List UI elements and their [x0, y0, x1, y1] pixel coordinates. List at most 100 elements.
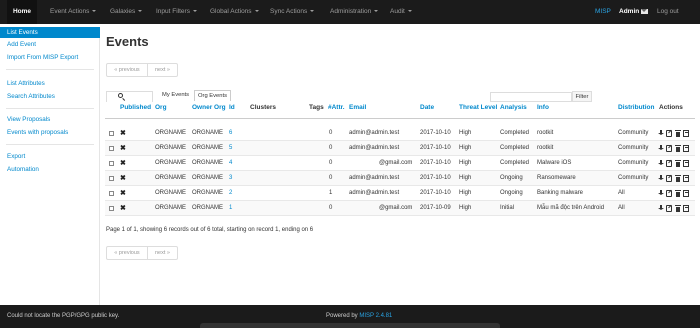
pgp-warning: Could not locate the PGP/GPG public key. [7, 313, 120, 319]
nav-event-actions[interactable]: Event Actions [50, 0, 97, 24]
nav-sync-actions-label: Sync Actions [270, 8, 308, 15]
row-actions [658, 130, 692, 137]
row-select-checkbox[interactable] [109, 176, 114, 181]
download-icon[interactable] [658, 205, 664, 212]
nav-logout[interactable]: Log out [657, 0, 679, 24]
trash-icon[interactable] [675, 205, 681, 212]
sidebar-item-automation[interactable]: Automation [0, 164, 100, 175]
envelope-icon[interactable] [641, 9, 648, 14]
filter-button[interactable]: Filter [572, 91, 592, 102]
column-header-info[interactable]: Info [537, 104, 549, 111]
edit-icon[interactable] [666, 190, 672, 197]
cell-id[interactable]: 3 [229, 171, 232, 186]
trash-icon[interactable] [675, 175, 681, 182]
quick-search-toggle[interactable] [106, 91, 153, 102]
nav-event-actions-label: Event Actions [50, 8, 90, 15]
cell-id[interactable]: 4 [229, 156, 232, 171]
row-select-checkbox[interactable] [109, 131, 114, 136]
nav-brand-misp[interactable]: MISP [595, 0, 611, 24]
search-icon[interactable] [118, 93, 123, 98]
row-select-checkbox[interactable] [109, 161, 114, 166]
view-list-icon[interactable] [683, 175, 689, 182]
cell-email: @gmail.com [379, 205, 413, 211]
cell-date: 2017-10-10 [420, 190, 451, 196]
view-list-icon[interactable] [683, 130, 689, 137]
trash-icon[interactable] [675, 130, 681, 137]
column-header-attr-count[interactable]: #Attr. [328, 104, 345, 111]
pagination-next[interactable]: next » [147, 64, 177, 76]
nav-sync-actions[interactable]: Sync Actions [270, 0, 315, 24]
pagination-next[interactable]: next » [147, 247, 177, 259]
cell-id[interactable]: 1 [229, 201, 232, 216]
view-list-icon[interactable] [683, 190, 689, 197]
row-actions [658, 145, 692, 152]
nav-administration[interactable]: Administration [330, 0, 379, 24]
edit-icon[interactable] [666, 145, 672, 152]
pagination-previous[interactable]: « previous [107, 64, 147, 76]
edit-icon[interactable] [666, 175, 672, 182]
sidebar-item-import-misp-export[interactable]: Import From MISP Export [0, 52, 100, 63]
cell-owner-org: ORGNAME [192, 160, 224, 166]
column-header-email[interactable]: Email [349, 104, 366, 111]
cell-id[interactable]: 6 [229, 126, 232, 141]
cell-attr-count: 0 [329, 160, 333, 166]
sidebar-item-search-attributes[interactable]: Search Attributes [0, 91, 100, 102]
pagination-previous[interactable]: « previous [107, 247, 147, 259]
column-header-tags: Tags [309, 104, 324, 111]
sidebar-item-view-proposals[interactable]: View Proposals [0, 114, 100, 125]
nav-galaxies[interactable]: Galaxies [110, 0, 143, 24]
cell-owner-org: ORGNAME [192, 190, 224, 196]
download-icon[interactable] [658, 145, 664, 152]
edit-icon[interactable] [666, 160, 672, 167]
column-header-distribution[interactable]: Distribution [618, 104, 654, 111]
download-icon[interactable] [658, 175, 664, 182]
nav-audit[interactable]: Audit [390, 0, 412, 24]
filter-input[interactable] [490, 92, 572, 102]
cell-threat-level: High [459, 190, 472, 196]
row-select-checkbox[interactable] [109, 146, 114, 151]
column-header-analysis[interactable]: Analysis [500, 104, 527, 111]
pagination-bottom: « previous next » [106, 246, 178, 260]
cell-org: ORGNAME [155, 130, 187, 136]
column-header-org[interactable]: Org [155, 104, 167, 111]
view-list-icon[interactable] [683, 205, 689, 212]
nav-input-filters[interactable]: Input Filters [156, 0, 197, 24]
cell-distribution: Community [618, 175, 649, 181]
trash-icon[interactable] [675, 190, 681, 197]
misp-version-link[interactable]: MISP 2.4.81 [359, 313, 392, 319]
column-header-published[interactable]: Published [120, 104, 151, 111]
column-header-threat-level[interactable]: Threat Level [459, 104, 497, 111]
edit-icon[interactable] [666, 205, 672, 212]
nav-home[interactable]: Home [7, 0, 37, 24]
cell-info: Mẫu mã độc trên Android [537, 205, 605, 211]
cell-date: 2017-10-10 [420, 175, 451, 181]
column-header-owner-org[interactable]: Owner Org [192, 104, 226, 111]
view-list-icon[interactable] [683, 145, 689, 152]
tab-org-events[interactable]: Org Events [194, 90, 231, 101]
edit-icon[interactable] [666, 130, 672, 137]
column-header-id[interactable]: Id [229, 104, 235, 111]
row-select-checkbox[interactable] [109, 191, 114, 196]
download-icon[interactable] [658, 130, 664, 137]
sidebar-item-export[interactable]: Export [0, 151, 100, 162]
sidebar-item-events-with-proposals[interactable]: Events with proposals [0, 127, 100, 138]
nav-global-actions[interactable]: Global Actions [210, 0, 259, 24]
view-list-icon[interactable] [683, 160, 689, 167]
download-icon[interactable] [658, 160, 664, 167]
download-icon[interactable] [658, 190, 664, 197]
tab-my-events[interactable]: My Events [159, 90, 192, 101]
sidebar-item-list-events[interactable]: List Events [0, 27, 100, 38]
cell-id[interactable]: 5 [229, 141, 232, 156]
sidebar-item-add-event[interactable]: Add Event [0, 39, 100, 50]
unpublished-icon: ✖ [120, 130, 126, 137]
cell-id[interactable]: 2 [229, 186, 232, 201]
unpublished-icon: ✖ [120, 190, 126, 197]
nav-user-admin[interactable]: Admin [619, 0, 639, 24]
row-select-checkbox[interactable] [109, 206, 114, 211]
column-header-date[interactable]: Date [420, 104, 434, 111]
sidebar-item-list-attributes[interactable]: List Attributes [0, 78, 100, 89]
row-actions [658, 160, 692, 167]
trash-icon[interactable] [675, 160, 681, 167]
trash-icon[interactable] [675, 145, 681, 152]
cell-threat-level: High [459, 145, 472, 151]
